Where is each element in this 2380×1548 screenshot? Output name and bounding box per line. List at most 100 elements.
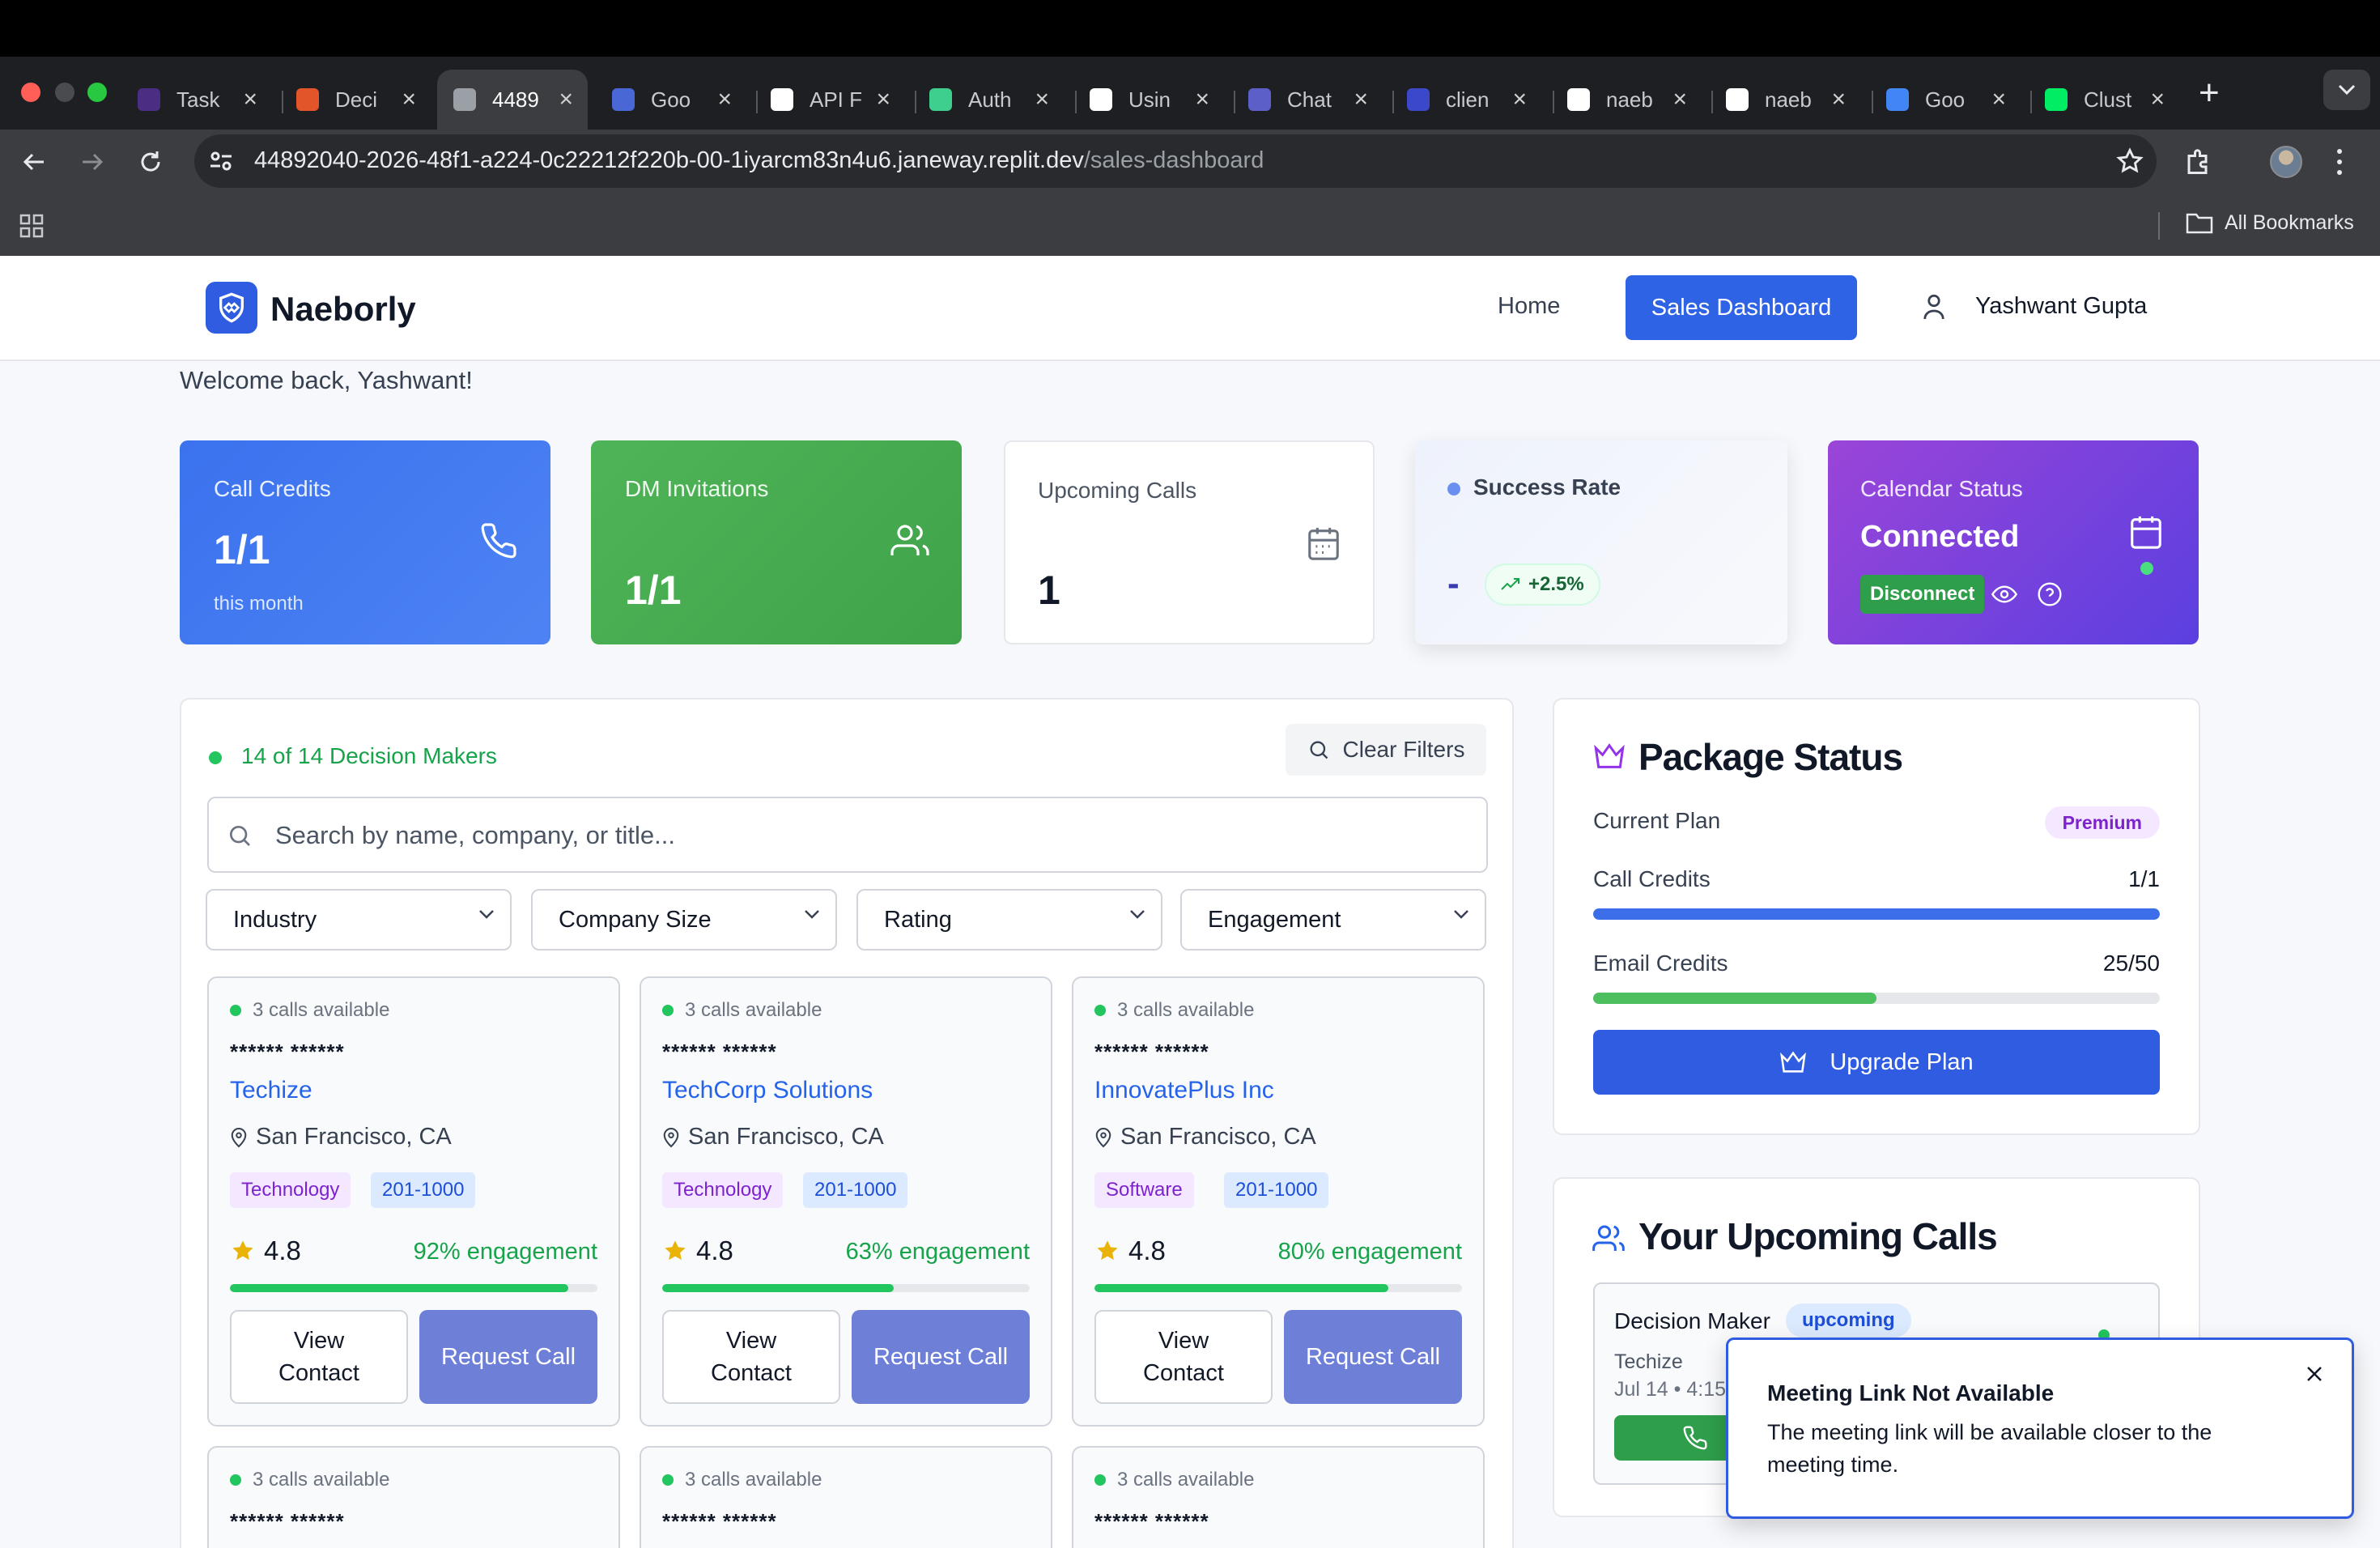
decision-maker-card[interactable]: 3 calls available ****** ******: [640, 1446, 1052, 1548]
browser-tab[interactable]: Usin ×: [1090, 70, 1224, 130]
naeb-icon: [1726, 88, 1749, 111]
upcoming-call-time: Jul 14 • 4:15: [1614, 1378, 1727, 1401]
bookmark-star-icon[interactable]: [2116, 147, 2144, 175]
masked-name: ****** ******: [662, 1040, 777, 1064]
browser-tab[interactable]: 4489 ×: [437, 70, 588, 130]
engagement-select[interactable]: Engagement: [1180, 889, 1486, 950]
close-icon[interactable]: [2305, 1364, 2324, 1384]
brand-name[interactable]: Naeborly: [270, 290, 416, 329]
close-tab-icon[interactable]: ×: [1354, 86, 1368, 113]
tab-separator: [915, 91, 916, 113]
view-contact-button[interactable]: View Contact: [230, 1310, 408, 1404]
decision-maker-card[interactable]: 3 calls available ****** ******: [207, 1446, 620, 1548]
decision-maker-card[interactable]: 3 calls available ****** ****** InnovatePl…: [1072, 976, 1485, 1427]
extensions-icon[interactable]: [2184, 147, 2213, 176]
company-size-select[interactable]: Company Size: [531, 889, 837, 950]
browser-tab[interactable]: naeb ×: [1567, 70, 1702, 130]
bookmarks-bar: All Bookmarks: [0, 194, 2380, 256]
decision-maker-card[interactable]: 3 calls available ****** ****** Techize San…: [207, 976, 620, 1427]
view-contact-button[interactable]: View Contact: [1094, 1310, 1273, 1404]
all-bookmarks-button[interactable]: All Bookmarks: [2186, 211, 2354, 235]
disconnect-button[interactable]: Disconnect: [1860, 575, 1985, 614]
rating-value: 4.8: [264, 1235, 301, 1265]
new-tab-button[interactable]: +: [2199, 73, 2220, 113]
nav-home-link[interactable]: Home: [1498, 293, 1560, 320]
email-credits-label: Email Credits: [1593, 950, 1728, 976]
minimize-window-button[interactable]: [55, 83, 74, 102]
tl-icon: [1407, 88, 1430, 111]
request-call-button[interactable]: Request Call: [1284, 1310, 1462, 1404]
location-label: San Francisco, CA: [1120, 1124, 1316, 1150]
browser-tab[interactable]: clien ×: [1407, 70, 1541, 130]
site-settings-icon[interactable]: [209, 150, 233, 172]
user-name[interactable]: Yashwant Gupta: [1975, 293, 2147, 320]
crown-icon: [1594, 743, 1625, 768]
forward-icon[interactable]: [79, 149, 105, 175]
company-link[interactable]: TechCorp Solutions: [662, 1077, 873, 1104]
clear-filters-button[interactable]: Clear Filters: [1286, 724, 1486, 776]
close-tab-icon[interactable]: ×: [2150, 86, 2165, 113]
chevron-down-icon: [805, 910, 819, 919]
address-bar[interactable]: 44892040-2026-48f1-a224-0c22212f220b-00-…: [194, 134, 2157, 188]
engagement-label: 92% engagement: [413, 1239, 597, 1265]
browser-tab[interactable]: Task ×: [138, 70, 272, 130]
count-status-dot: [209, 751, 222, 764]
profile-avatar[interactable]: [2270, 146, 2302, 178]
browser-tab[interactable]: Goo ×: [1886, 70, 2021, 130]
apps-grid-icon[interactable]: [19, 214, 44, 238]
brand-logo[interactable]: [206, 282, 257, 334]
close-tab-icon[interactable]: ×: [1831, 86, 1846, 113]
calendar-status-value: Connected: [1860, 520, 2020, 554]
maximize-window-button[interactable]: [87, 83, 107, 102]
browser-tab[interactable]: Clust ×: [2045, 70, 2179, 130]
view-contact-button[interactable]: View Contact: [662, 1310, 840, 1404]
decision-maker-card[interactable]: 3 calls available ****** ****** TechCorp S…: [640, 976, 1052, 1427]
close-tab-icon[interactable]: ×: [1195, 86, 1209, 113]
close-tab-icon[interactable]: ×: [1035, 86, 1049, 113]
close-window-button[interactable]: [21, 83, 40, 102]
decision-maker-card[interactable]: 3 calls available ****** ******: [1072, 1446, 1485, 1548]
browser-tab[interactable]: Auth ×: [929, 70, 1064, 130]
search-field[interactable]: Search by name, company, or title...: [207, 797, 1488, 873]
close-tab-icon[interactable]: ×: [402, 86, 416, 113]
upgrade-plan-label: Upgrade Plan: [1830, 1048, 1974, 1075]
nav-sales-dashboard-button[interactable]: Sales Dashboard: [1626, 275, 1857, 340]
browser-tab[interactable]: Deci ×: [296, 70, 431, 130]
success-rate-trend: +2.5%: [1528, 573, 1584, 595]
company-link[interactable]: Techize: [230, 1077, 312, 1104]
industry-select[interactable]: Industry: [206, 889, 512, 950]
close-tab-icon[interactable]: ×: [1672, 86, 1687, 113]
close-tab-icon[interactable]: ×: [876, 86, 890, 113]
close-tab-icon[interactable]: ×: [1991, 86, 2006, 113]
close-tab-icon[interactable]: ×: [717, 86, 732, 113]
browser-tab-label: Clust: [2084, 87, 2132, 112]
star-icon: [1097, 1240, 1118, 1261]
close-tab-icon[interactable]: ×: [559, 86, 573, 113]
request-call-button[interactable]: Request Call: [852, 1310, 1030, 1404]
eye-icon[interactable]: [1991, 581, 2017, 607]
company-link[interactable]: InnovatePlus Inc: [1094, 1077, 1274, 1104]
close-tab-icon[interactable]: ×: [243, 86, 257, 113]
browser-tab[interactable]: API F ×: [771, 70, 905, 130]
dm-invitations-card: DM Invitations 1/1: [591, 440, 962, 644]
calls-available-label: 3 calls available: [1117, 999, 1255, 1021]
success-rate-trend-badge: +2.5%: [1485, 563, 1600, 606]
package-status-panel: Package Status Current Plan Premium Call…: [1553, 698, 2200, 1135]
close-tab-icon[interactable]: ×: [1512, 86, 1527, 113]
menu-dots-icon[interactable]: [2335, 147, 2344, 176]
tab-search-button[interactable]: [2323, 70, 2370, 110]
calls-available: 3 calls available: [662, 999, 822, 1022]
reload-icon[interactable]: [138, 149, 164, 175]
help-icon[interactable]: [2037, 581, 2063, 607]
search-icon: [230, 826, 250, 846]
back-icon[interactable]: [21, 149, 47, 175]
engagement-bar: [230, 1284, 597, 1292]
availability-dot: [1094, 1474, 1106, 1486]
browser-tab[interactable]: Chat ×: [1248, 70, 1383, 130]
upgrade-plan-button[interactable]: Upgrade Plan: [1593, 1030, 2160, 1095]
browser-tab[interactable]: Goo ×: [612, 70, 746, 130]
rating-select[interactable]: Rating: [856, 889, 1162, 950]
request-call-button[interactable]: Request Call: [419, 1310, 597, 1404]
success-rate-card: Success Rate - +2.5%: [1415, 440, 1787, 644]
browser-tab[interactable]: naeb ×: [1726, 70, 1860, 130]
